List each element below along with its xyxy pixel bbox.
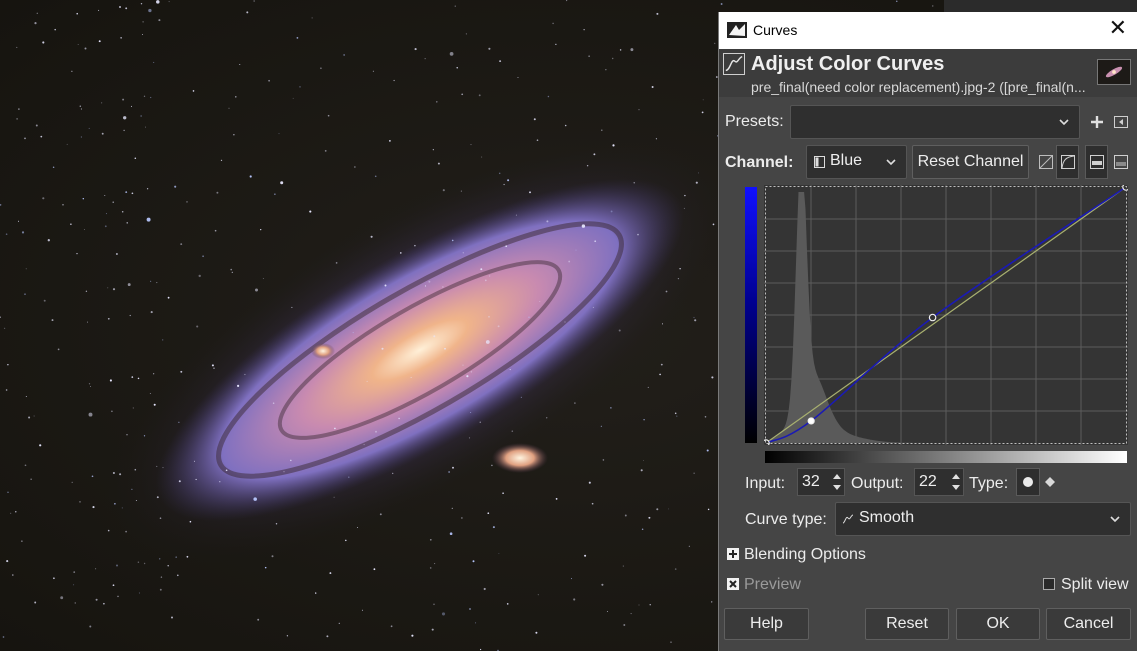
input-value: 32 xyxy=(802,473,820,490)
chevron-down-icon xyxy=(1059,119,1069,126)
curve-type-combo[interactable]: Smooth xyxy=(835,502,1131,536)
gimp-icon xyxy=(727,22,747,38)
header-title: Adjust Color Curves xyxy=(751,53,945,75)
spinner-arrows-icon[interactable] xyxy=(830,469,844,495)
close-icon[interactable]: ✕ xyxy=(1109,18,1127,40)
linear-histogram-icon[interactable] xyxy=(1038,154,1054,170)
smooth-point-icon xyxy=(1023,477,1033,487)
plus-icon[interactable] xyxy=(1089,114,1105,130)
preview-label: Preview xyxy=(744,576,801,593)
dialog-titlebar[interactable]: Curves ✕ xyxy=(719,12,1137,49)
presets-label: Presets: xyxy=(725,113,784,130)
histogram-mode-toggle[interactable] xyxy=(1085,145,1108,179)
cancel-button[interactable]: Cancel xyxy=(1046,608,1131,640)
image-thumbnail xyxy=(1097,59,1131,85)
presets-combo[interactable] xyxy=(790,105,1080,139)
histogram-icon xyxy=(1090,155,1104,169)
help-button[interactable]: Help xyxy=(724,608,809,640)
channel-icon xyxy=(814,156,825,168)
curve-graph[interactable] xyxy=(764,185,1128,445)
input-gradient-bar xyxy=(765,451,1127,463)
point-type-smooth-toggle[interactable] xyxy=(1016,468,1040,496)
ok-button[interactable]: OK xyxy=(956,608,1040,640)
spinner-arrows-icon[interactable] xyxy=(949,469,963,495)
preview-checkbox[interactable] xyxy=(727,578,739,590)
curve-control-point[interactable] xyxy=(928,313,937,322)
type-label: Type: xyxy=(969,475,1009,492)
log-histogram-toggle[interactable] xyxy=(1056,145,1079,179)
corner-point-icon[interactable] xyxy=(1044,476,1056,488)
channel-combo[interactable]: Blue xyxy=(806,145,907,179)
channel-value: Blue xyxy=(830,152,863,169)
menu-icon[interactable] xyxy=(1113,114,1129,130)
curve-control-point[interactable] xyxy=(807,417,815,425)
log-histogram-icon xyxy=(1061,155,1075,169)
smooth-curve-icon xyxy=(842,514,854,524)
curves-icon xyxy=(723,53,745,75)
output-spinner[interactable]: 22 xyxy=(914,468,964,496)
split-view-checkbox[interactable] xyxy=(1043,578,1055,590)
reset-channel-button[interactable]: Reset Channel xyxy=(912,145,1029,179)
output-value: 22 xyxy=(919,473,937,490)
header-subtitle: pre_final(need color replacement).jpg-2 … xyxy=(751,79,1086,95)
curve-type-label: Curve type: xyxy=(745,511,827,528)
output-gradient-bar xyxy=(745,187,757,443)
curve-control-point[interactable] xyxy=(764,439,770,445)
channel-label: Channel: xyxy=(725,154,794,171)
curve-control-point[interactable] xyxy=(1122,185,1128,191)
blending-options-label[interactable]: Blending Options xyxy=(744,546,866,564)
curve-type-value: Smooth xyxy=(859,509,915,526)
input-label: Input: xyxy=(745,475,786,492)
input-spinner[interactable]: 32 xyxy=(797,468,845,496)
split-view-label: Split view xyxy=(1061,576,1129,593)
dialog-title: Curves xyxy=(753,22,798,38)
chevron-down-icon xyxy=(886,159,896,166)
curves-dialog: Curves ✕ Adjust Color Curves pre_final(n… xyxy=(718,12,1137,651)
dialog-header: Adjust Color Curves pre_final(need color… xyxy=(719,49,1137,97)
histogram-overlay-icon[interactable] xyxy=(1113,154,1129,170)
output-label: Output: xyxy=(851,475,904,492)
chevron-down-icon xyxy=(1110,516,1120,523)
expand-icon[interactable] xyxy=(727,548,739,560)
reset-button[interactable]: Reset xyxy=(865,608,949,640)
